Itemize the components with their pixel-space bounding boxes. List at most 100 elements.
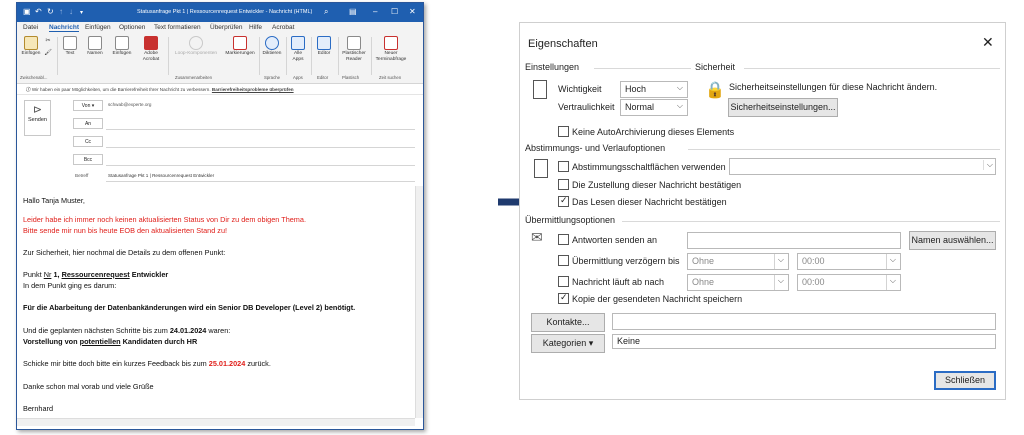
save-copy-checkbox[interactable]: [558, 292, 569, 304]
delay-date-select[interactable]: Ohne ⌵: [687, 253, 789, 270]
loop-components-button[interactable]: Loop-Komponenten: [173, 36, 219, 57]
redo-icon[interactable]: ↻: [47, 7, 54, 16]
tab-nachricht[interactable]: Nachricht: [49, 24, 79, 32]
save-icon[interactable]: ▣: [23, 7, 31, 16]
delivery-receipt-checkbox[interactable]: [558, 179, 569, 190]
feedback-date: 25.01.2024: [208, 359, 246, 368]
tab-acrobat[interactable]: Acrobat: [272, 24, 294, 31]
cc-field[interactable]: [106, 147, 415, 148]
search-icon[interactable]: ⌕: [324, 7, 328, 17]
delay-delivery-checkbox[interactable]: [558, 255, 569, 266]
subject-field[interactable]: Statusanfrage Pkt 1 | Ressourcenrequest …: [108, 173, 214, 178]
voting-options-select[interactable]: ⌵: [729, 158, 996, 175]
punkt-line-2: In dem Punkt ging es darum:: [23, 281, 117, 290]
up-icon[interactable]: ↑: [59, 7, 63, 16]
names-button[interactable]: Namen: [84, 36, 106, 57]
save-copy-label: Kopie der gesendeten Nachricht speichern: [572, 294, 743, 304]
from-button[interactable]: Von ▾: [73, 100, 103, 111]
security-text: Sicherheitseinstellungen für diese Nachr…: [729, 82, 938, 92]
infobar-text: ⓘ Wir haben ein paar Möglichkeiten, um d…: [26, 87, 294, 93]
tab-datei[interactable]: Datei: [23, 24, 38, 31]
tab-einfuegen[interactable]: Einfügen: [85, 24, 111, 31]
chevron-down-icon: ⌵: [777, 276, 784, 285]
names-label: Namen: [87, 51, 103, 56]
dictate-button[interactable]: Diktieren: [261, 36, 283, 57]
section-sicherheit: Sicherheit: [695, 62, 736, 72]
maximize-icon[interactable]: ☐: [391, 7, 398, 16]
down-icon[interactable]: ↓: [69, 7, 73, 16]
calendar-icon: [384, 36, 398, 50]
categories-button[interactable]: Kategorien ▾: [531, 334, 605, 353]
security-settings-button[interactable]: Sicherheitseinstellungen...: [728, 98, 838, 117]
clipboard-icon: [24, 36, 38, 50]
acrobat-label: Adobe Acrobat: [142, 51, 160, 62]
group-label: Plastisch: [342, 75, 360, 80]
tab-text-formatieren[interactable]: Text formatieren: [154, 24, 201, 31]
expires-time-select[interactable]: 00:00 ⌵: [797, 274, 901, 291]
cut-icon[interactable]: ✂: [43, 38, 53, 45]
lock-icon: 🔒: [705, 82, 725, 99]
undo-icon[interactable]: ↶: [35, 7, 42, 16]
horizontal-scrollbar[interactable]: [17, 418, 415, 426]
close-icon[interactable]: ✕: [982, 34, 994, 51]
contacts-input[interactable]: [612, 313, 996, 330]
steps-prefix: Und die geplanten nächsten Schritte bis …: [23, 326, 168, 335]
minimize-icon[interactable]: –: [373, 7, 377, 16]
voting-buttons-checkbox[interactable]: [558, 161, 569, 172]
feedback-line: Schicke mir bitte doch bitte ein kurzes …: [23, 359, 271, 368]
red-line-2: Bitte sende mir nun bis heute EOB den ak…: [23, 226, 228, 235]
expires-checkbox[interactable]: [558, 276, 569, 287]
text-format-icon: [63, 36, 77, 50]
immersive-reader-button[interactable]: Plastischer Reader: [340, 36, 368, 62]
format-painter-icon[interactable]: 🖌: [43, 50, 53, 57]
group-label: Apps: [293, 75, 303, 80]
meeting-poll-button[interactable]: Neuer Terminabfrage: [373, 36, 409, 62]
chevron-down-icon: ⌵: [777, 255, 784, 264]
sensitivity-value: Normal: [625, 102, 655, 112]
greeting: Hallo Tanja Muster,: [23, 196, 85, 205]
vertical-scrollbar[interactable]: [415, 186, 423, 418]
no-autoarchive-checkbox[interactable]: [558, 126, 569, 137]
all-apps-button[interactable]: Alle Apps: [289, 36, 307, 62]
bcc-button[interactable]: Bcc: [73, 154, 103, 165]
address-book-icon: [88, 36, 102, 50]
sensitivity-select[interactable]: Normal ⌵: [620, 99, 688, 116]
contacts-button[interactable]: Kontakte...: [531, 313, 605, 332]
expires-date-select[interactable]: Ohne ⌵: [687, 274, 789, 291]
to-button[interactable]: An: [73, 118, 103, 129]
close-button[interactable]: Schließen: [934, 371, 996, 390]
window-close-icon[interactable]: ✕: [409, 7, 416, 16]
accessibility-check-link[interactable]: Barrierefreiheitsprobleme überprüfen: [212, 87, 294, 92]
select-names-button[interactable]: Namen auswählen...: [909, 231, 996, 250]
delay-delivery-label: Übermittlung verzögern bis: [572, 256, 680, 266]
insert-button[interactable]: Einfügen: [109, 36, 135, 57]
tab-hilfe[interactable]: Hilfe: [249, 24, 262, 31]
punkt-title: Ressourcenrequest: [61, 270, 130, 279]
bcc-field[interactable]: [106, 165, 415, 166]
group-label: Zeit suchen: [379, 75, 402, 80]
categories-input[interactable]: Keine: [612, 334, 996, 349]
dropdown-triangle-icon: ▾: [588, 338, 594, 348]
text-button[interactable]: Text: [60, 36, 80, 57]
reply-to-input[interactable]: [687, 232, 901, 249]
paste-button[interactable]: Einfügen: [20, 36, 42, 57]
text-label: Text: [65, 51, 75, 56]
signature: Bernhard: [23, 404, 54, 413]
reply-to-checkbox[interactable]: [558, 234, 569, 245]
read-receipt-checkbox[interactable]: [558, 195, 569, 207]
customize-icon[interactable]: ▾: [80, 9, 83, 16]
cc-button[interactable]: Cc: [73, 136, 103, 147]
to-field[interactable]: [106, 129, 415, 130]
ribbon-display-icon[interactable]: ▤: [349, 7, 357, 16]
importance-select[interactable]: Hoch ⌵: [620, 81, 688, 98]
tab-ueberpruefen[interactable]: Überprüfen: [210, 24, 243, 31]
editor-button[interactable]: Editor: [314, 36, 334, 57]
adobe-acrobat-button[interactable]: Adobe Acrobat: [137, 36, 165, 62]
send-button[interactable]: ⊳ Senden: [24, 100, 51, 136]
apps-grid-icon: [291, 36, 305, 50]
intro-line: Zur Sicherheit, hier nochmal die Details…: [23, 248, 226, 257]
flags-label: Markierungen: [225, 51, 255, 56]
delay-time-select[interactable]: 00:00 ⌵: [797, 253, 901, 270]
tab-optionen[interactable]: Optionen: [119, 24, 145, 31]
flags-button[interactable]: Markierungen: [223, 36, 257, 57]
